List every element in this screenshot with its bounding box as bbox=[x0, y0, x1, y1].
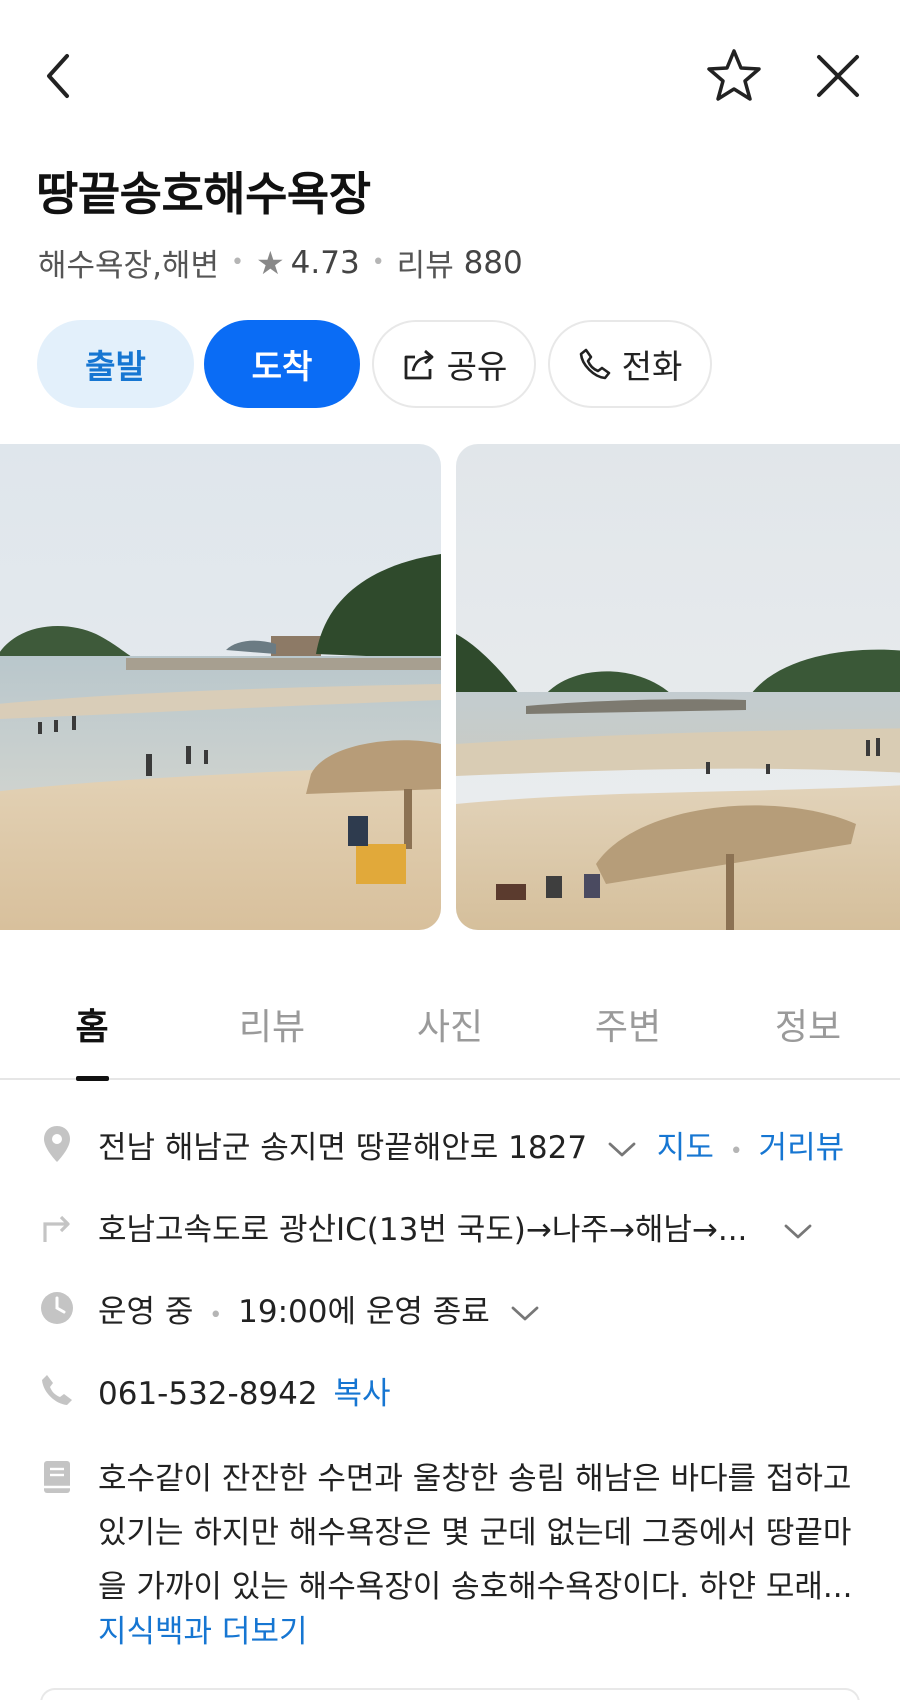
star-outline-icon bbox=[707, 49, 761, 101]
chevron-down-icon[interactable] bbox=[607, 1141, 637, 1159]
beach-photo[interactable] bbox=[0, 444, 441, 930]
next-section-card bbox=[40, 1688, 860, 1700]
review-label[interactable]: 리뷰 bbox=[397, 240, 454, 285]
phone-row: 061-532-8942 복사 bbox=[0, 1364, 900, 1416]
chevron-left-icon bbox=[47, 54, 69, 98]
place-meta: 해수욕장,해변 • ★ 4.73 • 리뷰 880 bbox=[38, 240, 523, 285]
place-category: 해수욕장,해변 bbox=[38, 248, 219, 284]
book-icon bbox=[38, 1458, 76, 1496]
tab-reviews[interactable]: 리뷰 bbox=[202, 998, 342, 1050]
separator-dot: • bbox=[371, 250, 385, 275]
share-icon bbox=[404, 349, 434, 380]
back-button[interactable] bbox=[30, 40, 86, 112]
location-pin-icon bbox=[38, 1125, 76, 1163]
action-buttons: 출발 도착 공유 전화 bbox=[37, 320, 722, 408]
tab-home[interactable]: 홈 bbox=[22, 998, 162, 1050]
phone-number[interactable]: 061-532-8942 bbox=[98, 1376, 318, 1412]
arrive-label: 도착 bbox=[251, 347, 313, 386]
rating-value: 4.73 bbox=[290, 244, 360, 281]
directions-text[interactable]: 호남고속도로 광산IC(13번 국도)→나주→해남→... bbox=[98, 1212, 747, 1248]
call-button[interactable]: 전화 bbox=[548, 320, 712, 408]
place-description: 호수같이 잔잔한 수면과 울창한 송림 해남은 바다를 접하고 있기는 하지만 … bbox=[98, 1461, 853, 1605]
share-label: 공유 bbox=[446, 347, 508, 386]
depart-label: 출발 bbox=[85, 347, 146, 386]
rating-star-icon: ★ bbox=[255, 243, 285, 282]
phone-icon bbox=[579, 348, 610, 380]
directions-text-line: 호남고속도로 광산IC(13번 국도)→나주→해남→... bbox=[98, 1204, 813, 1249]
operating-status: 운영 중 bbox=[98, 1294, 194, 1330]
place-title: 땅끝송호해수욕장 bbox=[36, 167, 371, 221]
depart-button[interactable]: 출발 bbox=[37, 320, 194, 408]
active-tab-indicator bbox=[76, 1076, 109, 1081]
address-row: 전남 해남군 송지면 땅끝해안로 1827 지도 • 거리뷰 bbox=[0, 1118, 900, 1170]
streetview-link[interactable]: 거리뷰 bbox=[759, 1130, 845, 1166]
call-label: 전화 bbox=[621, 347, 683, 386]
phone-icon bbox=[38, 1371, 76, 1409]
tab-bar: 홈 리뷰 사진 주변 정보 bbox=[0, 984, 900, 1081]
chevron-down-icon[interactable] bbox=[783, 1223, 813, 1241]
encyclopedia-more-link[interactable]: 지식백과 더보기 bbox=[98, 1606, 308, 1651]
separator-dot: • bbox=[230, 250, 244, 275]
copy-link[interactable]: 복사 bbox=[333, 1376, 390, 1412]
share-button[interactable]: 공유 bbox=[372, 320, 536, 408]
address-text[interactable]: 전남 해남군 송지면 땅끝해안로 1827 bbox=[98, 1130, 587, 1166]
separator-dot: • bbox=[209, 1303, 223, 1328]
separator-dot: • bbox=[729, 1139, 743, 1164]
directions-row: 호남고속도로 광산IC(13번 국도)→나주→해남→... bbox=[0, 1200, 900, 1252]
tab-nearby[interactable]: 주변 bbox=[558, 998, 698, 1050]
operating-hours[interactable]: 19:00에 운영 종료 bbox=[238, 1294, 490, 1330]
close-icon bbox=[817, 55, 859, 97]
favorite-button[interactable] bbox=[700, 40, 768, 112]
tab-photos[interactable]: 사진 bbox=[380, 998, 520, 1050]
phone-text-line: 061-532-8942 복사 bbox=[98, 1368, 391, 1413]
review-count[interactable]: 880 bbox=[464, 245, 523, 281]
tab-info[interactable]: 정보 bbox=[738, 998, 878, 1050]
hours-text-line: 운영 중 • 19:00에 운영 종료 bbox=[98, 1286, 540, 1331]
clock-icon bbox=[38, 1289, 76, 1327]
address-text-line: 전남 해남군 송지면 땅끝해안로 1827 지도 • 거리뷰 bbox=[98, 1122, 844, 1167]
top-bar bbox=[0, 0, 900, 140]
chevron-down-icon[interactable] bbox=[510, 1305, 540, 1323]
turn-arrow-icon bbox=[38, 1207, 76, 1245]
hours-row: 운영 중 • 19:00에 운영 종료 bbox=[0, 1282, 900, 1334]
arrive-button[interactable]: 도착 bbox=[204, 320, 360, 408]
photo-carousel[interactable] bbox=[0, 444, 900, 930]
map-link[interactable]: 지도 bbox=[657, 1130, 714, 1166]
close-button[interactable] bbox=[806, 40, 870, 112]
beach-photo[interactable] bbox=[456, 444, 900, 930]
